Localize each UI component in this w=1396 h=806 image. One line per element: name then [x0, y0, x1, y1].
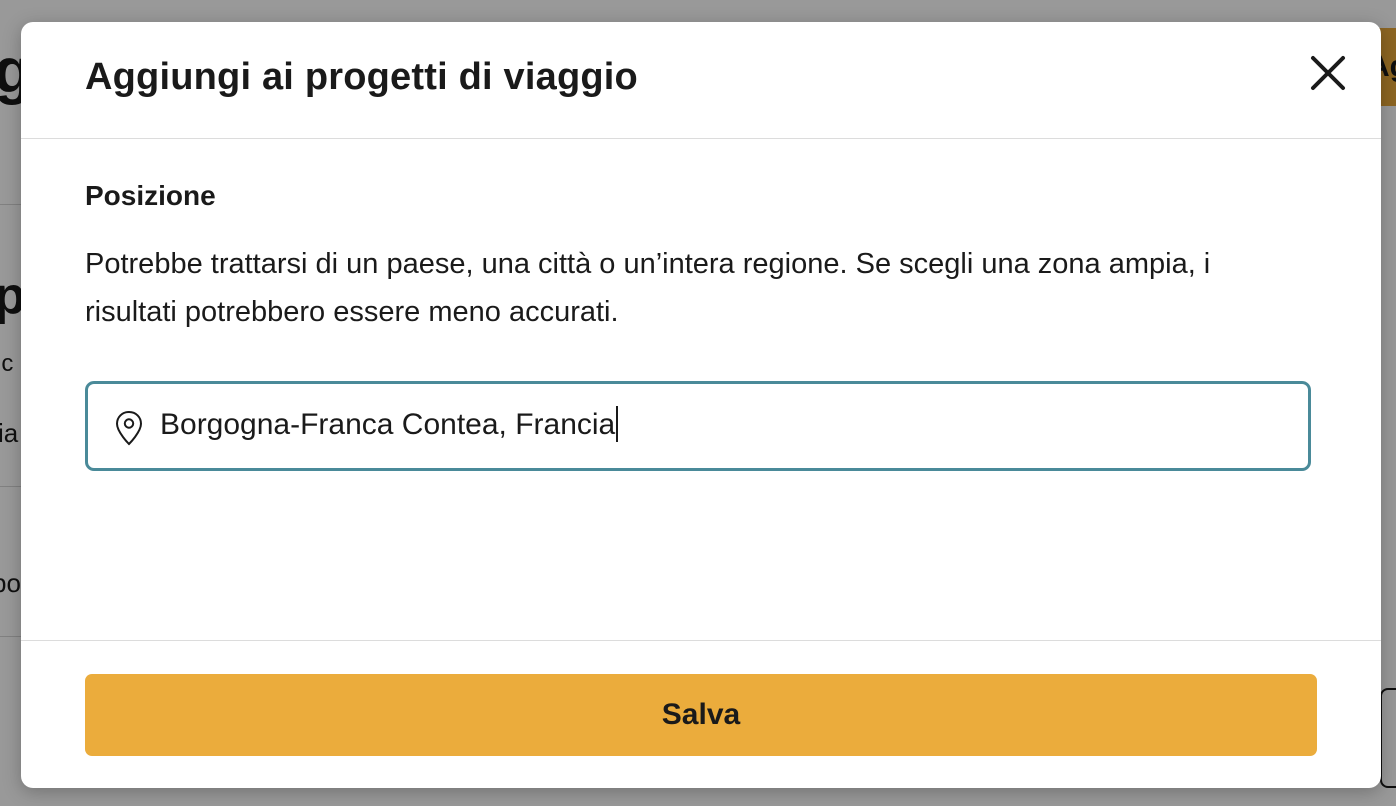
add-to-trip-dialog: Aggiungi ai progetti di viaggio Posizion… [21, 22, 1381, 788]
save-button[interactable]: Salva [85, 674, 1317, 756]
location-input[interactable]: Borgogna-Franca Contea, Francia [85, 381, 1311, 471]
location-input-text: Borgogna-Franca Contea, Francia [160, 408, 616, 441]
close-icon [1311, 56, 1345, 90]
map-pin-icon [115, 410, 143, 446]
text-caret [616, 406, 619, 443]
close-button[interactable] [1309, 54, 1347, 92]
dialog-footer-divider [21, 640, 1381, 641]
location-section-label: Posizione [85, 180, 216, 211]
location-description: Potrebbe trattarsi di un paese, una citt… [85, 248, 1211, 328]
dialog-header: Aggiungi ai progetti di viaggio [21, 22, 1381, 139]
dialog-title: Aggiungi ai progetti di viaggio [85, 56, 638, 98]
location-input-value[interactable]: Borgogna-Franca Contea, Francia [160, 406, 619, 443]
